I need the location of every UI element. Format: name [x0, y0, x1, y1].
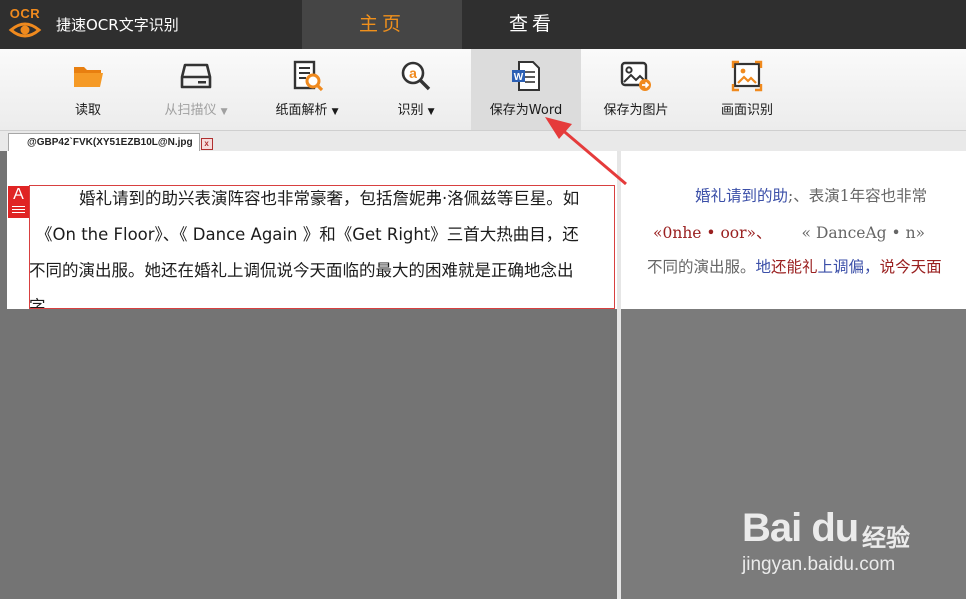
lines-icon — [12, 206, 25, 215]
screen-recognize-label: 画面识别 — [720, 103, 773, 118]
original-image-panel[interactable]: 婚礼请到的助兴表演阵容也非常豪奢，包括詹妮弗·洛佩兹等巨星。如 《On the … — [0, 151, 617, 599]
ocr-line-2: «0nhe • oor»、 « DanceAg • n» — [653, 224, 926, 242]
app-title: 捷速OCR文字识别 — [56, 16, 179, 34]
close-icon[interactable]: x — [200, 138, 213, 150]
ocr-line-1: 婚礼请到的助;、表演1年容也非常 — [695, 187, 928, 205]
page-analysis-button[interactable]: 纸面解析 ▼ — [262, 49, 352, 130]
image-export-icon — [620, 61, 651, 91]
text-region-marker[interactable]: A — [8, 186, 29, 218]
recognize-icon: a — [401, 61, 431, 91]
svg-text:a: a — [409, 65, 417, 81]
tab-view[interactable]: 查看 — [452, 0, 612, 49]
folder-open-icon — [74, 67, 103, 87]
page-analysis-label: 纸面解析 ▼ — [275, 103, 339, 118]
page-analysis-icon — [293, 60, 324, 92]
watermark-url: jingyan.baidu.com — [742, 554, 896, 575]
baidu-watermark: Bai du 经验 jingyan.baidu.com — [742, 498, 962, 588]
scanner-icon — [180, 63, 212, 89]
screen-recognize-button[interactable]: 画面识别 — [706, 49, 788, 130]
watermark-subtitle: 经验 — [862, 524, 910, 552]
screen-capture-icon — [731, 60, 763, 92]
dropdown-arrow-icon: ▼ — [331, 107, 339, 117]
ocr-line-3: 不同的演出服。地还能礼上调偏，说今天面 — [647, 258, 942, 276]
save-word-label: 保存为Word — [489, 103, 563, 118]
recognize-button[interactable]: a 识别 ▼ — [380, 49, 452, 130]
eye-icon — [8, 22, 42, 38]
dropdown-arrow-icon: ▼ — [427, 107, 435, 117]
text-region-selection[interactable] — [29, 185, 615, 309]
recognize-label: 识别 ▼ — [397, 103, 435, 118]
ocr-result-text[interactable]: 婚礼请到的助;、表演1年容也非常 «0nhe • oor»、 « DanceAg … — [621, 151, 966, 309]
document-filename: @GBP42`FVK(XY51EZB10L@N.jpg — [27, 137, 193, 148]
scanner-button[interactable]: 从扫描仪 ▼ — [148, 49, 244, 130]
save-word-button[interactable]: W 保存为Word — [471, 49, 581, 130]
dropdown-arrow-icon: ▼ — [220, 107, 228, 117]
app-logo: OCR — [4, 3, 46, 45]
scanner-label: 从扫描仪 ▼ — [164, 103, 228, 118]
word-document-icon: W — [512, 61, 540, 91]
document-tab[interactable]: @GBP42`FVK(XY51EZB10L@N.jpg x — [8, 133, 213, 152]
svg-text:W: W — [514, 72, 524, 83]
title-bar: OCR 捷速OCR文字识别 主页 查看 — [0, 0, 966, 49]
save-image-button[interactable]: 保存为图片 — [592, 49, 680, 130]
save-image-label: 保存为图片 — [603, 103, 669, 118]
read-label: 读取 — [74, 103, 101, 118]
text-region-marker-letter: A — [13, 186, 24, 203]
baidu-logo: Bai du — [742, 506, 859, 550]
read-button[interactable]: 读取 — [48, 49, 128, 130]
document-tab-strip: @GBP42`FVK(XY51EZB10L@N.jpg x — [0, 131, 966, 152]
tab-home[interactable]: 主页 — [302, 0, 462, 49]
ribbon-toolbar: 读取 从扫描仪 ▼ 纸面解析 ▼ a 识别 ▼ W 保存为Word 保存为图片 … — [0, 49, 966, 131]
